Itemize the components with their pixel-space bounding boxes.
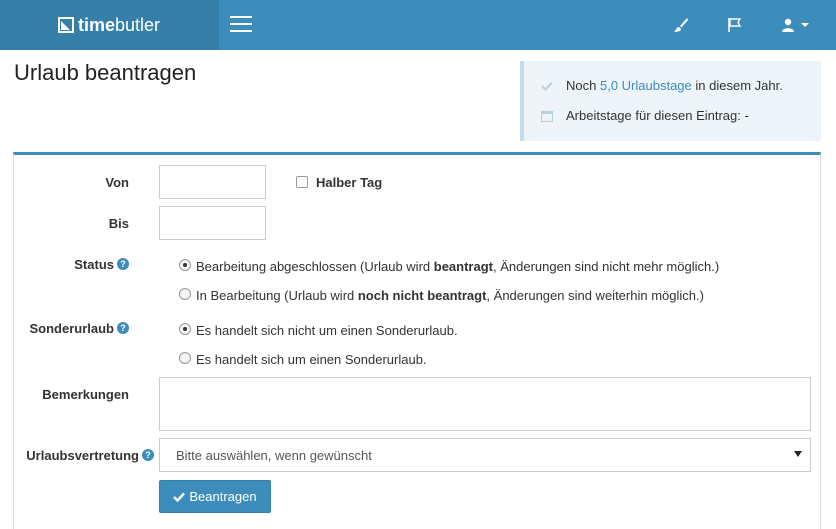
workdays-text: Arbeitstage für diesen Eintrag: - [566, 108, 749, 123]
user-icon[interactable] [777, 14, 799, 36]
von-date-input[interactable] [159, 165, 266, 199]
beantragen-button[interactable]: Beantragen [159, 480, 271, 513]
help-icon[interactable]: ? [142, 449, 154, 461]
bemerkungen-label: Bemerkungen [42, 386, 129, 402]
top-navbar: time butler [0, 0, 836, 50]
sonderurlaub-yes-label: Es handelt sich um einen Sonderurlaub. [196, 352, 427, 367]
vacation-info-box: Noch 5,0 Urlaubstage in diesem Jahr. Arb… [520, 61, 821, 141]
chevron-down-icon [794, 451, 802, 457]
logo-icon [58, 17, 74, 33]
flag-icon[interactable] [724, 14, 746, 36]
remaining-days-line: Noch 5,0 Urlaubstage in diesem Jahr. [540, 78, 783, 93]
bis-date-input[interactable] [159, 206, 266, 240]
urlaubsvertretung-label-text: Urlaubsvertretung [26, 447, 139, 463]
halber-tag-checkbox[interactable] [296, 176, 308, 188]
status-label-text: Status [74, 256, 114, 272]
check-icon [173, 492, 186, 502]
caret-down-icon[interactable] [798, 14, 812, 36]
paint-brush-icon[interactable] [670, 14, 692, 36]
vacation-request-form [13, 152, 821, 529]
remaining-prefix: Noch [566, 78, 597, 93]
bemerkungen-textarea[interactable] [159, 377, 811, 431]
remaining-suffix: in diesem Jahr. [695, 78, 783, 93]
sonderurlaub-label: Sonderurlaub? [20, 318, 129, 338]
brand-logo[interactable]: time butler [0, 0, 219, 50]
remaining-days-link[interactable]: 5,0 Urlaubstage [600, 78, 692, 93]
menu-icon[interactable] [230, 16, 252, 34]
urlaubsvertretung-label: Urlaubsvertretung? [20, 445, 154, 465]
beantragen-label: Beantragen [189, 489, 257, 504]
sonderurlaub-label-text: Sonderurlaub [29, 320, 114, 336]
check-icon [540, 79, 554, 93]
status-completed-label: Bearbeitung abgeschlossen (Urlaub wird b… [196, 259, 720, 274]
sonderurlaub-yes-radio[interactable] [179, 352, 191, 364]
brand-regular: butler [115, 14, 161, 35]
sonderurlaub-no-radio[interactable] [179, 323, 191, 335]
help-icon[interactable]: ? [117, 258, 129, 270]
status-in-progress-radio[interactable] [179, 288, 191, 300]
urlaubsvertretung-select[interactable]: Bitte auswählen, wenn gewünscht [159, 438, 811, 472]
status-completed-radio[interactable] [179, 259, 191, 271]
brand-bold: time [78, 14, 116, 35]
halber-tag-label: Halber Tag [316, 175, 383, 190]
status-label: Status? [20, 254, 129, 274]
sonderurlaub-no-label: Es handelt sich nicht um einen Sonderurl… [196, 323, 458, 338]
help-icon[interactable]: ? [117, 322, 129, 334]
status-in-progress-label: In Bearbeitung (Urlaub wird noch nicht b… [196, 288, 704, 303]
calendar-icon [540, 109, 554, 123]
bis-label: Bis [108, 215, 129, 231]
page-title: Urlaub beantragen [14, 60, 197, 85]
urlaubsvertretung-selected: Bitte auswählen, wenn gewünscht [176, 447, 372, 463]
von-label: Von [105, 174, 129, 190]
workdays-line: Arbeitstage für diesen Eintrag: - [540, 108, 749, 123]
